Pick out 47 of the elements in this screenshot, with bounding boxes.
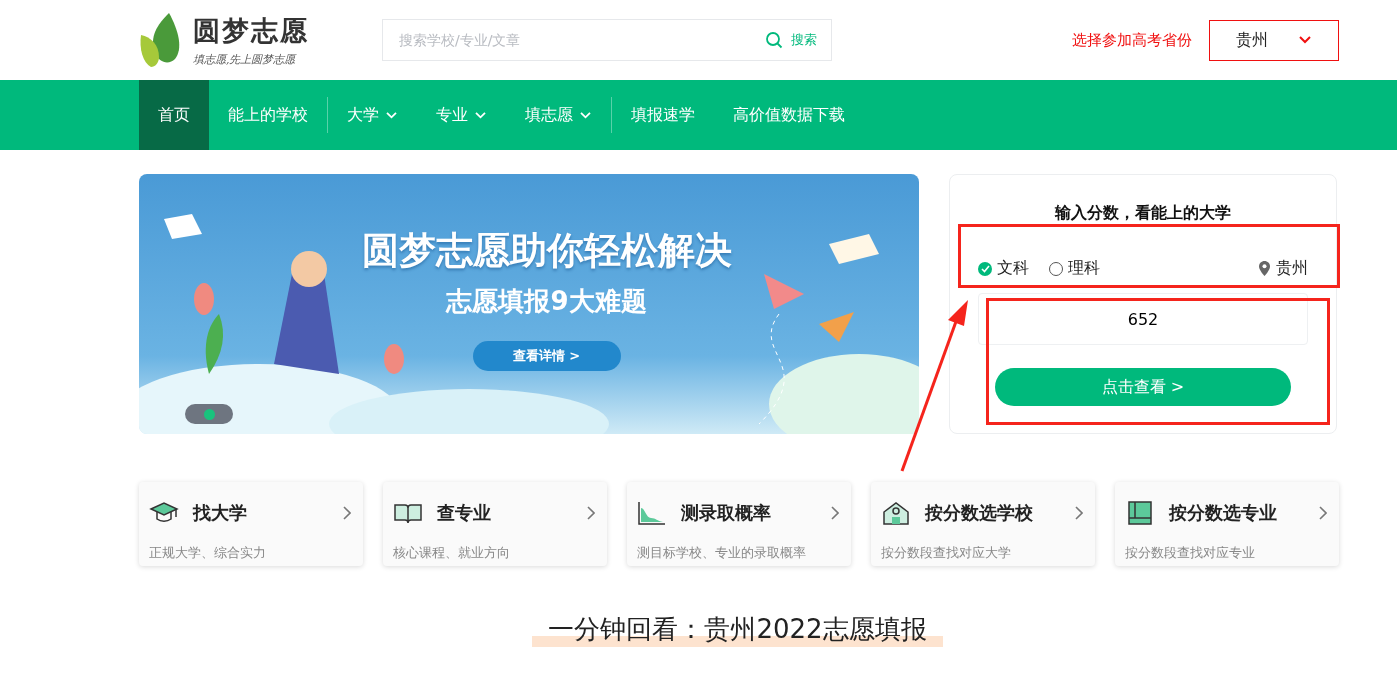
feature-card[interactable]: 找大学 正规大学、综合实力	[139, 482, 363, 566]
feature-title: 按分数选专业	[1169, 501, 1278, 525]
card-title: 输入分数，看能上的大学	[1055, 203, 1231, 224]
logo-slogan: 填志愿,先上圆梦志愿	[193, 52, 298, 67]
banner-subline: 志愿填报9大难题	[446, 285, 647, 318]
feature-card[interactable]: 查专业 核心课程、就业方向	[383, 482, 607, 566]
province-label: 贵州	[1276, 258, 1308, 279]
track-label: 文科	[997, 258, 1029, 279]
school-building-icon	[881, 500, 911, 526]
feature-title: 找大学	[193, 501, 248, 525]
feature-subtitle: 正规大学、综合实力	[149, 544, 267, 562]
nav-link[interactable]: 首页	[139, 80, 209, 150]
track-radio[interactable]: 文科	[978, 258, 1029, 279]
radio-indicator[interactable]	[978, 261, 992, 276]
chevron-right-icon	[1075, 506, 1083, 520]
radio-indicator[interactable]	[1049, 261, 1063, 276]
chevron-right-icon	[831, 506, 839, 520]
feature-title: 按分数选学校	[925, 501, 1034, 525]
chevron-down-icon	[579, 110, 592, 120]
feature-subtitle: 按分数段查找对应专业	[1125, 544, 1256, 562]
chevron-right-icon	[1319, 506, 1327, 520]
search-icon	[765, 31, 783, 49]
feature-subtitle: 测目标学校、专业的录取概率	[637, 544, 807, 562]
feature-subtitle: 按分数段查找对应大学	[881, 544, 1012, 562]
carousel-dot[interactable]	[203, 408, 215, 420]
track-label: 理科	[1068, 258, 1100, 279]
chevron-down-icon	[385, 110, 398, 120]
feature-subtitle: 核心课程、就业方向	[393, 544, 511, 562]
province-prompt: 选择参加高考省份	[1072, 30, 1192, 50]
location-pin-icon	[1259, 261, 1270, 276]
score-input[interactable]: 652	[978, 293, 1308, 345]
feature-card[interactable]: 按分数选专业 按分数段查找对应专业	[1115, 482, 1339, 566]
feature-title: 查专业	[437, 501, 492, 525]
chevron-down-icon	[1298, 35, 1312, 45]
province-select[interactable]: 贵州	[1209, 19, 1339, 61]
details-button[interactable]: 查看详情 >	[472, 341, 621, 371]
banner-headline: 圆梦志愿助你轻松解决	[361, 228, 732, 274]
chevron-down-icon	[474, 110, 487, 120]
book-icon	[1125, 500, 1155, 526]
chevron-right-icon	[343, 506, 351, 520]
feature-card[interactable]: 按分数选学校 按分数段查找对应大学	[871, 482, 1095, 566]
feature-card[interactable]: 测录取概率 测目标学校、专业的录取概率	[627, 482, 851, 566]
track-radio[interactable]: 理科	[1049, 258, 1100, 279]
feature-title: 测录取概率	[681, 501, 772, 525]
area-chart-icon	[637, 500, 667, 526]
chevron-right-icon	[587, 506, 595, 520]
logo-wordmark: 圆梦志愿	[193, 14, 309, 48]
